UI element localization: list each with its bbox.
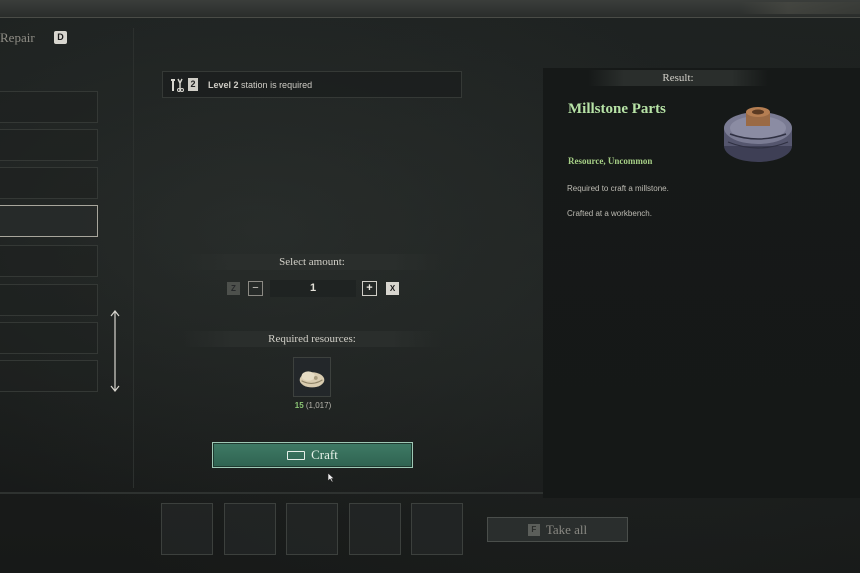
take-all-key-badge: F (527, 523, 540, 536)
craft-button-label: Craft (311, 447, 338, 462)
amount-min-button[interactable]: Z (227, 282, 240, 295)
tab-repair[interactable]: Repair (0, 30, 35, 46)
result-description-line-1: Required to craft a millstone. (567, 184, 669, 193)
amount-decrement-button[interactable]: − (248, 281, 263, 296)
resource-slot[interactable] (293, 357, 331, 397)
recipe-slot[interactable] (0, 322, 98, 354)
output-slot[interactable] (411, 503, 463, 555)
station-requirement: 2 Level 2 station is required (162, 71, 462, 98)
top-frame-strip (0, 0, 860, 18)
result-header: Result: (588, 70, 768, 86)
recipe-slot[interactable] (0, 360, 98, 392)
result-item-rarity: Resource, Uncommon (568, 156, 653, 166)
scroll-arrows-icon[interactable] (110, 309, 120, 393)
resource-owned-amount: (1,017) (305, 401, 332, 410)
select-amount-header: Select amount: (182, 254, 442, 270)
station-level-text: Level 2 (208, 79, 239, 90)
result-description-line-2: Crafted at a workbench. (567, 209, 652, 218)
spacebar-key-icon (287, 450, 306, 460)
amount-value[interactable]: 1 (270, 280, 356, 297)
tab-repair-label: Repair (0, 30, 35, 45)
output-slot[interactable] (349, 503, 401, 555)
take-all-label: Take all (545, 521, 588, 537)
station-requirement-text: Level 2 station is required (208, 80, 312, 90)
result-panel (543, 68, 860, 498)
recipe-slot[interactable] (0, 91, 98, 123)
recipe-slot[interactable] (0, 284, 98, 316)
resource-count: 15 (1,017) (286, 401, 340, 410)
millstone-icon (724, 107, 792, 162)
tools-icon (171, 78, 184, 92)
required-resources-header: Required resources: (182, 331, 442, 347)
take-all-button[interactable]: F Take all (487, 517, 628, 542)
tab-repair-key-badge: D (54, 31, 67, 44)
bone-pile-icon (299, 371, 325, 388)
craft-button[interactable]: Craft (212, 442, 413, 468)
result-item-name: Millstone Parts (568, 101, 666, 117)
output-slot[interactable] (224, 503, 276, 555)
mouse-cursor-icon (327, 472, 335, 483)
recipe-slot[interactable] (0, 245, 98, 277)
resource-required-amount: 15 (294, 401, 304, 410)
sidebar-divider (133, 28, 134, 488)
recipe-slot[interactable] (0, 167, 98, 199)
output-slot[interactable] (161, 503, 213, 555)
recipe-slot[interactable] (0, 129, 98, 161)
station-requirement-suffix: station is required (241, 79, 313, 90)
station-level-badge: 2 (188, 78, 198, 91)
recipe-slot-selected[interactable] (0, 205, 98, 237)
amount-increment-button[interactable]: + (362, 281, 377, 296)
output-slot[interactable] (286, 503, 338, 555)
amount-max-button[interactable]: X (386, 282, 399, 295)
